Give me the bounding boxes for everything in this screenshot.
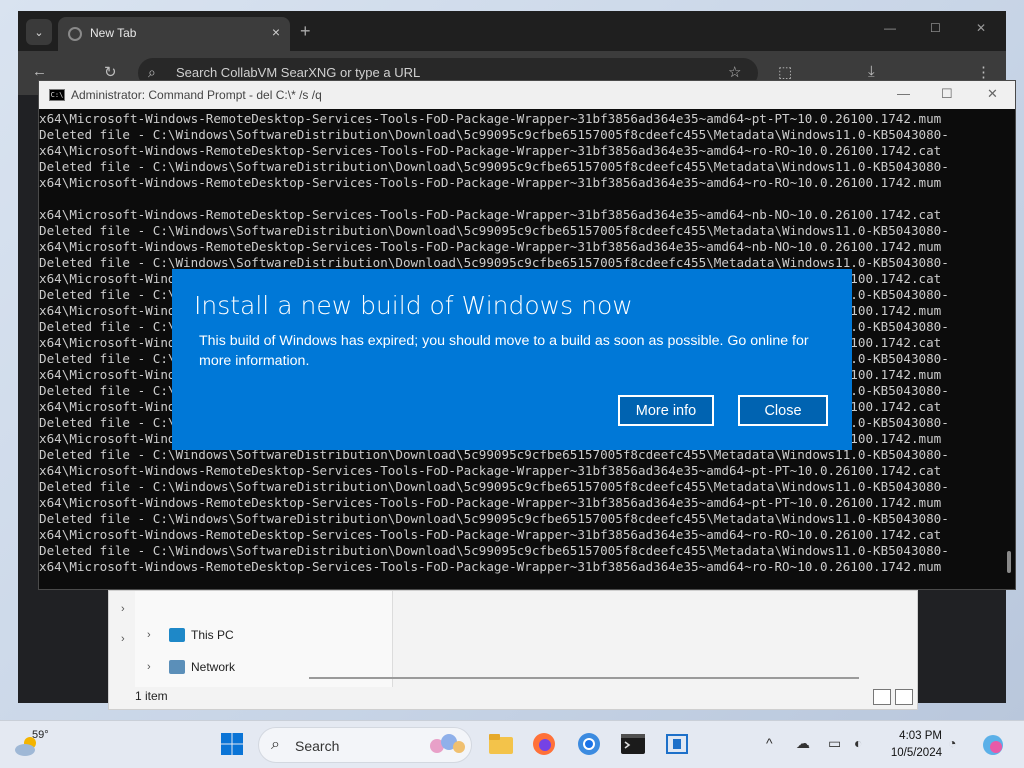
cmd-title: Administrator: Command Prompt - del C:\*…	[71, 88, 322, 102]
explorer-navigation-pane: › This PC › Network	[135, 591, 393, 687]
chevron-right-icon[interactable]: ›	[121, 603, 125, 615]
cmd-maximize-button[interactable]: ☐	[941, 86, 953, 102]
nav-item-label: Network	[191, 660, 236, 674]
console-line: x64\Microsoft-Windows-RemoteDesktop-Serv…	[39, 463, 942, 478]
nav-item-network[interactable]: Network	[169, 657, 235, 677]
nav-item-label: This PC	[191, 628, 234, 642]
refresh-icon[interactable]: ↻	[104, 63, 117, 81]
cmd-titlebar[interactable]: C:\ Administrator: Command Prompt - del …	[39, 81, 1015, 109]
taskbar: 59° ⌕ Search ^ ☁ ▭ ◐ 4:03 PM 10/5/2024 ◔	[0, 720, 1024, 768]
tiles-view-icon[interactable]	[895, 689, 913, 705]
console-line: Deleted file - C:\Windows\SoftwareDistri…	[39, 543, 949, 558]
windows-start-icon[interactable]	[220, 732, 244, 756]
browser-tab[interactable]: New Tab ×	[58, 17, 290, 51]
console-line: Deleted file - C:\Windows\SoftwareDistri…	[39, 127, 949, 142]
address-placeholder: Search CollabVM SearXNG or type a URL	[176, 65, 421, 80]
globe-icon	[68, 27, 82, 41]
dialog-message: This build of Windows has expired; you s…	[199, 333, 809, 369]
console-line: x64\Microsoft-Windows-RemoteDesktop-Serv…	[39, 527, 942, 542]
console-line: x64\Microsoft-Windows-RemoteDesktop-Serv…	[39, 207, 942, 222]
console-line: Deleted file - C:\Windows\SoftwareDistri…	[39, 479, 949, 494]
horizontal-scrollbar[interactable]	[309, 677, 859, 679]
cmd-close-button[interactable]: ✕	[987, 86, 998, 102]
item-count: 1 item	[135, 689, 168, 703]
extensions-icon[interactable]: ⬚	[778, 63, 792, 81]
chevron-right-icon[interactable]: ›	[147, 629, 151, 641]
chevron-right-icon[interactable]: ›	[121, 633, 125, 645]
build-expired-dialog: Install a new build of Windows now This …	[172, 269, 852, 450]
download-icon[interactable]: ⤓	[868, 63, 875, 80]
app-window-icon[interactable]	[664, 731, 690, 757]
tab-search-button[interactable]: ⌄	[26, 19, 52, 45]
weather-temperature: 59°	[32, 729, 49, 741]
tab-close-icon[interactable]: ×	[272, 24, 280, 40]
close-button[interactable]: Close	[738, 395, 828, 426]
notification-bell-icon[interactable]: ◔	[948, 735, 956, 751]
clock-time: 4:03 PM	[899, 730, 942, 742]
console-line: x64\Microsoft-Windows-RemoteDesktop-Serv…	[39, 559, 942, 574]
file-explorer-icon[interactable]	[488, 731, 514, 757]
network-icon	[169, 660, 185, 674]
back-arrow-icon[interactable]: ←	[32, 63, 47, 80]
taskbar-search-box[interactable]: ⌕ Search	[258, 727, 472, 763]
chevron-right-icon[interactable]: ›	[147, 661, 151, 673]
system-clock[interactable]: 4:03 PM 10/5/2024	[884, 728, 942, 762]
file-explorer-window: › › › This PC › Network 1 item	[108, 590, 918, 710]
nav-item-this-pc[interactable]: This PC	[169, 625, 234, 645]
search-label: Search	[295, 738, 340, 754]
browser-maximize-button[interactable]: ☐	[930, 21, 941, 35]
volume-icon[interactable]: ◐	[854, 735, 862, 751]
clock-date: 10/5/2024	[890, 747, 942, 759]
console-line: x64\Microsoft-Windows-RemoteDesktop-Serv…	[39, 111, 942, 126]
display-icon[interactable]: ▭	[828, 735, 841, 752]
terminal-icon[interactable]	[620, 731, 646, 757]
browser-menu-icon[interactable]: ⋮	[976, 63, 991, 81]
cmd-icon: C:\	[49, 89, 65, 101]
tray-chevron-icon[interactable]: ^	[766, 735, 773, 751]
console-line: x64\Microsoft-Windows-RemoteDesktop-Serv…	[39, 175, 942, 190]
search-icon: ⌕	[271, 736, 280, 753]
bookmark-star-icon[interactable]: ☆	[728, 63, 741, 81]
browser-minimize-button[interactable]: —	[884, 21, 896, 35]
vertical-scrollbar[interactable]	[1007, 551, 1011, 573]
console-line: Deleted file - C:\Windows\SoftwareDistri…	[39, 223, 949, 238]
weather-widget[interactable]: 59°	[14, 729, 74, 763]
search-icon: ⌕	[148, 64, 156, 80]
more-info-button[interactable]: More info	[618, 395, 714, 426]
console-line: Deleted file - C:\Windows\SoftwareDistri…	[39, 511, 949, 526]
browser-tab-strip: ⌄ New Tab × + — ☐ ✕	[18, 11, 1006, 51]
console-line: x64\Microsoft-Windows-RemoteDesktop-Serv…	[39, 239, 942, 254]
tab-title: New Tab	[90, 26, 137, 40]
dialog-title: Install a new build of Windows now	[194, 291, 633, 320]
search-highlight-icon	[430, 734, 465, 753]
chrome-icon[interactable]	[576, 731, 602, 757]
console-line: x64\Microsoft-Windows-RemoteDesktop-Serv…	[39, 495, 942, 510]
console-line: x64\Microsoft-Windows-RemoteDesktop-Serv…	[39, 143, 942, 158]
copilot-icon[interactable]	[980, 732, 1006, 758]
console-line: Deleted file - C:\Windows\SoftwareDistri…	[39, 159, 949, 174]
browser-close-button[interactable]: ✕	[976, 21, 986, 35]
network-disconnected-icon[interactable]: ☁	[796, 735, 810, 752]
cmd-minimize-button[interactable]: —	[897, 86, 910, 101]
new-tab-button[interactable]: +	[300, 21, 311, 42]
monitor-icon	[169, 628, 185, 642]
details-view-icon[interactable]	[873, 689, 891, 705]
firefox-icon[interactable]	[531, 731, 557, 757]
